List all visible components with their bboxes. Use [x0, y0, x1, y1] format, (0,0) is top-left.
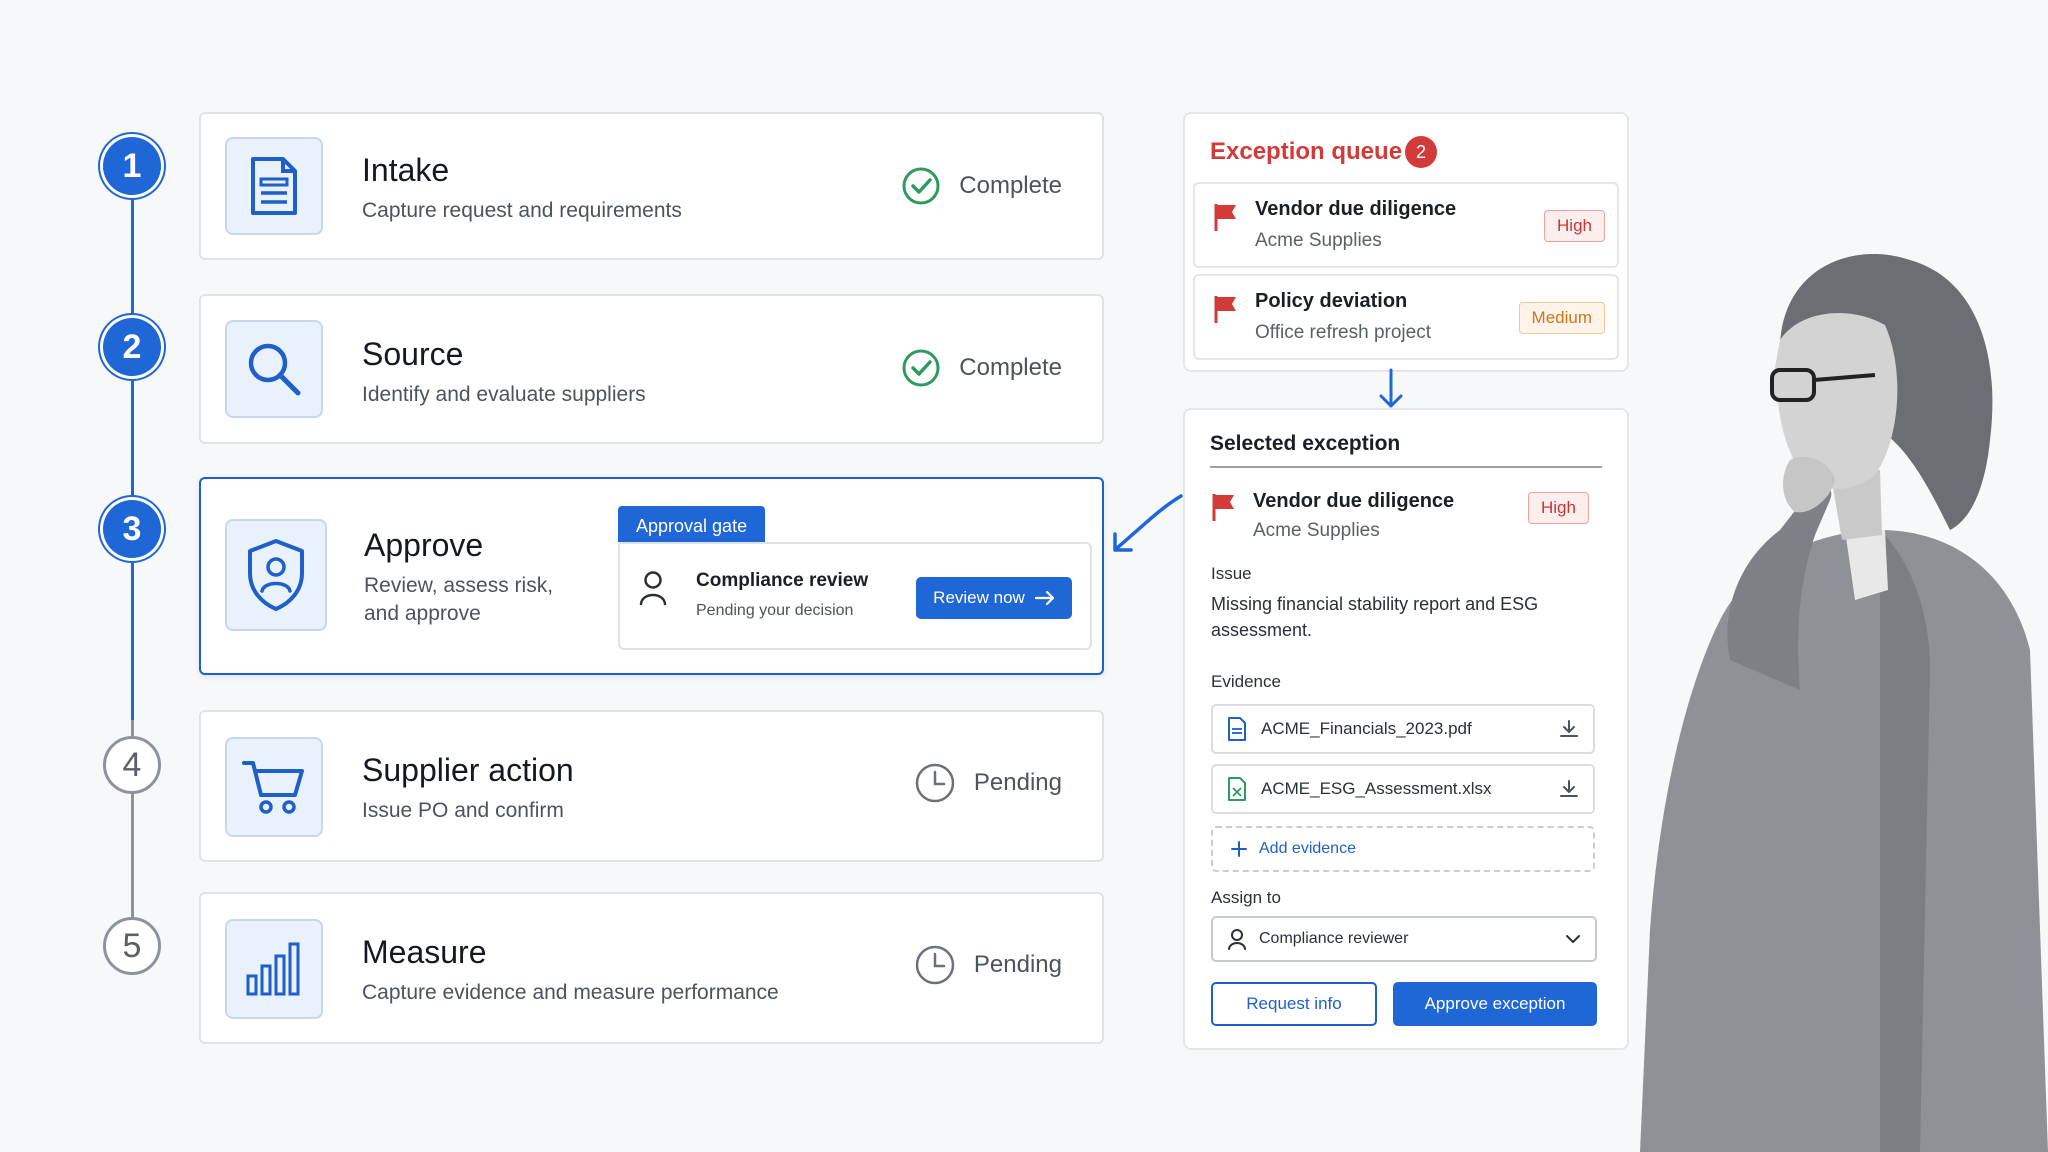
approval-gate-tab: Approval gate: [618, 506, 766, 546]
divider: [1210, 466, 1602, 468]
step-title: Intake: [362, 152, 450, 188]
issue-text-line1: Missing financial stability report and E…: [1211, 594, 1539, 614]
exception-subtitle: Acme Supplies: [1253, 520, 1380, 541]
step-card-measure[interactable]: Measure Capture evidence and measure per…: [199, 892, 1104, 1044]
add-evidence-button[interactable]: Add evidence: [1211, 826, 1595, 872]
exception-title: Vendor due diligence: [1253, 490, 1455, 512]
exception-queue-title: Exception queue: [1210, 138, 1403, 165]
plus-icon: [1231, 841, 1247, 857]
shield-user-icon: [225, 519, 327, 631]
exception-subtitle: Acme Supplies: [1255, 230, 1382, 251]
search-icon: [225, 320, 323, 418]
approve-exception-button[interactable]: Approve exception: [1393, 982, 1597, 1026]
priority-badge-medium: Medium: [1518, 302, 1605, 334]
step-title: Supplier action: [362, 752, 574, 788]
check-circle-icon: [902, 349, 940, 387]
arrow-right-icon: [1034, 591, 1054, 605]
evidence-file-row[interactable]: ACME_Financials_2023.pdf: [1211, 704, 1595, 754]
evidence-label: Evidence: [1211, 672, 1281, 691]
pdf-file-icon: [1228, 717, 1246, 741]
step-card-source[interactable]: Source Identify and evaluate suppliers C…: [199, 294, 1104, 444]
assignee-select[interactable]: Compliance reviewer: [1211, 916, 1597, 962]
download-icon[interactable]: [1559, 779, 1579, 799]
approval-gate-card: Compliance review Pending your decision …: [618, 542, 1092, 650]
timeline-rail-complete: [131, 160, 134, 720]
step-card-supplier-action[interactable]: Supplier action Issue PO and confirm Pen…: [199, 710, 1104, 862]
bar-chart-icon: [225, 919, 323, 1019]
step-title: Approve: [364, 527, 484, 563]
status-label: Pending: [973, 769, 1062, 796]
exception-queue-panel: Exception queue 2 Vendor due diligence A…: [1183, 112, 1629, 372]
add-evidence-label: Add evidence: [1259, 840, 1356, 857]
step-title: Measure: [362, 934, 487, 970]
exception-count-badge: 2: [1405, 136, 1437, 168]
cart-icon: [225, 737, 323, 837]
check-circle-icon: [902, 167, 940, 205]
flag-icon: [1214, 296, 1236, 323]
exception-title: Vendor due diligence: [1255, 198, 1457, 220]
flag-icon: [1212, 494, 1234, 521]
step-number-4: 4: [103, 736, 161, 794]
step-subtitle: Issue PO and confirm: [362, 799, 564, 822]
person-illustration: [1640, 254, 2048, 1152]
gate-subtitle: Pending your decision: [696, 602, 854, 619]
step-subtitle: Capture evidence and measure performance: [362, 981, 779, 1004]
exception-item[interactable]: Vendor due diligence Acme Supplies High: [1193, 182, 1619, 268]
user-icon: [639, 571, 667, 606]
download-icon[interactable]: [1559, 719, 1579, 739]
priority-badge-high: High: [1528, 492, 1589, 524]
status-label: Complete: [959, 354, 1062, 381]
selected-exception-heading: Selected exception: [1210, 432, 1401, 455]
flag-icon: [1214, 204, 1236, 231]
issue-label: Issue: [1211, 564, 1252, 583]
clock-icon: [915, 763, 955, 803]
spreadsheet-file-icon: [1228, 777, 1246, 801]
user-icon: [1228, 929, 1246, 950]
file-name: ACME_ESG_Assessment.xlsx: [1261, 779, 1492, 798]
step-status: Complete: [901, 166, 1062, 206]
step-status: Complete: [901, 348, 1062, 388]
chevron-down-icon: [1566, 935, 1580, 943]
arrow-down-icon: [1379, 368, 1403, 408]
status-label: Pending: [973, 951, 1062, 978]
document-icon: [225, 137, 323, 235]
assignee-value: Compliance reviewer: [1259, 930, 1409, 947]
connector-arrow-icon: [1113, 494, 1183, 552]
step-subtitle-line1: Review, assess risk,: [364, 574, 554, 597]
review-now-button[interactable]: Review now: [916, 577, 1072, 619]
exception-item[interactable]: Policy deviation Office refresh project …: [1193, 274, 1619, 360]
step-number-2: 2: [103, 318, 161, 376]
priority-badge-high: High: [1544, 210, 1605, 242]
status-label: Complete: [959, 172, 1062, 199]
evidence-file-row[interactable]: ACME_ESG_Assessment.xlsx: [1211, 764, 1595, 814]
step-status: Pending: [914, 944, 1062, 986]
step-status: Pending: [914, 762, 1062, 804]
exception-subtitle: Office refresh project: [1255, 322, 1432, 343]
file-name: ACME_Financials_2023.pdf: [1261, 719, 1472, 738]
clock-icon: [915, 945, 955, 985]
step-number-3: 3: [103, 500, 161, 558]
step-title: Source: [362, 336, 464, 372]
step-number-1: 1: [103, 137, 161, 195]
assign-label: Assign to: [1211, 888, 1281, 907]
selected-exception-panel: Selected exception Vendor due diligence …: [1183, 408, 1629, 1050]
request-info-button[interactable]: Request info: [1211, 982, 1377, 1026]
gate-title: Compliance review: [696, 570, 869, 591]
step-subtitle: Identify and evaluate suppliers: [362, 383, 646, 406]
exception-title: Policy deviation: [1255, 290, 1408, 312]
step-subtitle-line2: and approve: [364, 602, 481, 625]
issue-text-line2: assessment.: [1211, 620, 1313, 640]
step-subtitle: Capture request and requirements: [362, 199, 682, 222]
review-now-label: Review now: [933, 588, 1025, 607]
step-card-intake[interactable]: Intake Capture request and requirements …: [199, 112, 1104, 260]
step-number-5: 5: [103, 917, 161, 975]
